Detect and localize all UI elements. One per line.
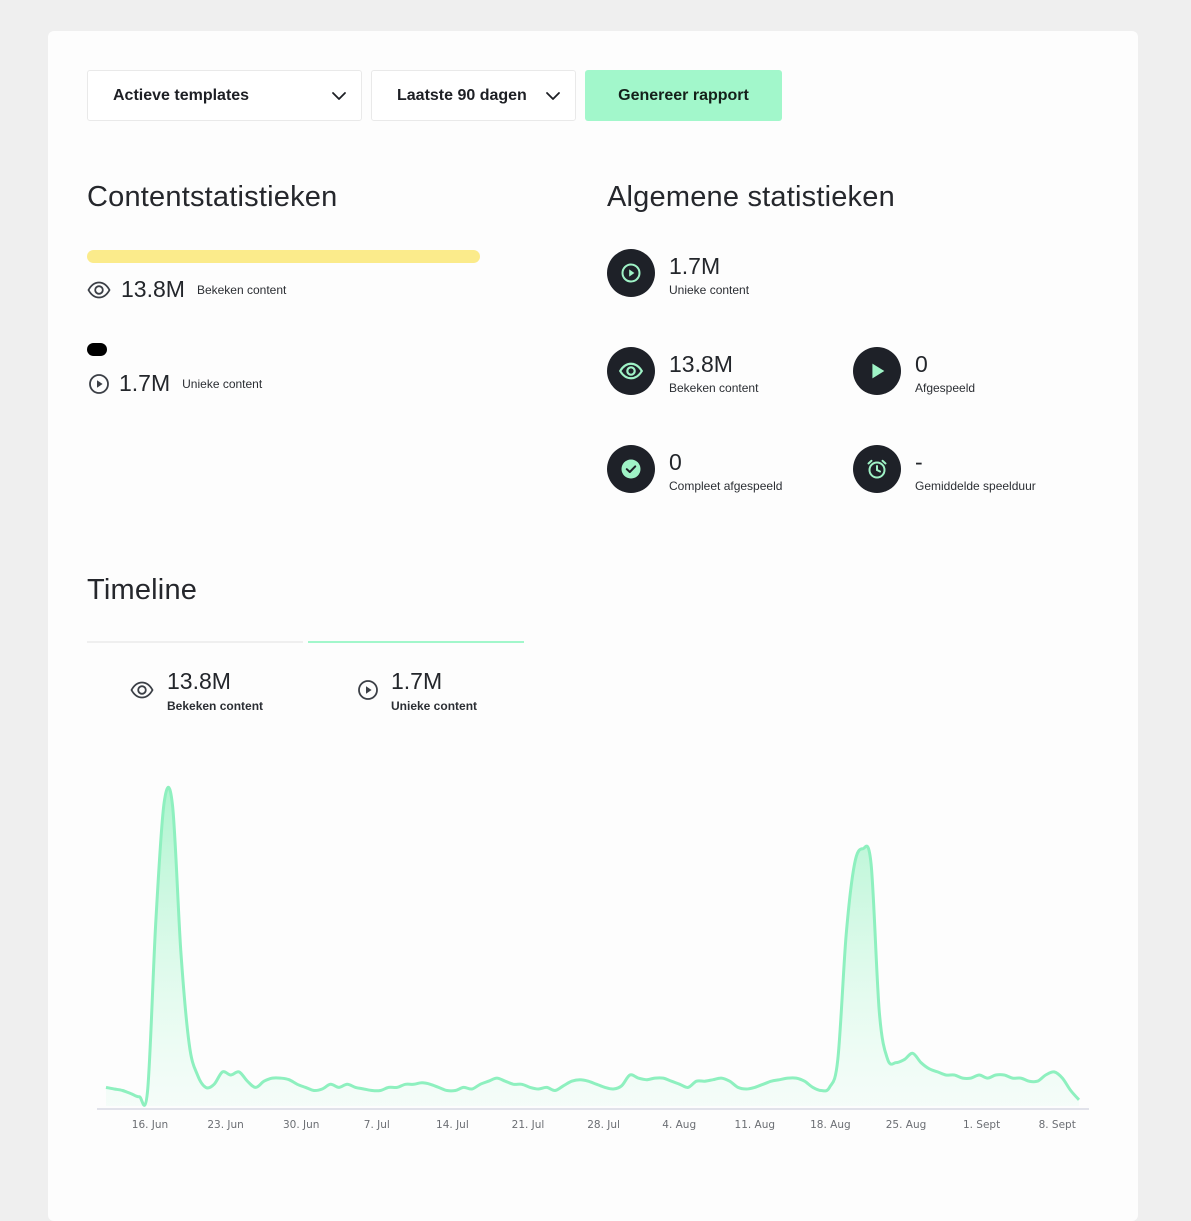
x-tick-label: 7. Jul (364, 1119, 390, 1131)
x-tick-label: 18. Aug (810, 1119, 851, 1131)
x-tick-label: 14. Jul (436, 1119, 469, 1131)
x-tick-label: 23. Jun (207, 1119, 243, 1131)
x-tick-label: 16. Jun (132, 1119, 168, 1131)
x-tick-label: 25. Aug (886, 1119, 927, 1131)
x-tick-label: 11. Aug (735, 1119, 776, 1131)
report-card: Actieve templates Laatste 90 dagen Gener… (48, 31, 1138, 1221)
x-tick-label: 4. Aug (662, 1119, 696, 1131)
x-tick-label: 8. Sept (1039, 1119, 1076, 1131)
x-tick-label: 1. Sept (963, 1119, 1000, 1131)
series-area (106, 787, 1079, 1106)
x-tick-label: 28. Jul (587, 1119, 620, 1131)
timeline-chart: 16. Jun 23. Jun 30. Jun 7. Jul 14. Jul 21. Ju… (97, 785, 1089, 1131)
series-line (105, 785, 1081, 1107)
x-tick-label: 21. Jul (512, 1119, 545, 1131)
x-tick-label: 30. Jun (283, 1119, 319, 1131)
